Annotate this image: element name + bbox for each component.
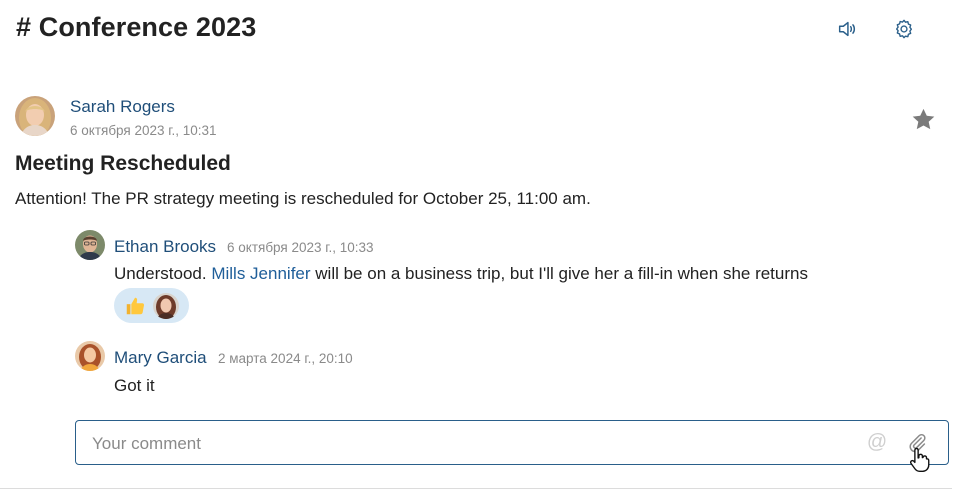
- post-author-name[interactable]: Sarah Rogers: [70, 97, 175, 117]
- favorite-button[interactable]: [910, 106, 937, 133]
- comment-author-avatar[interactable]: [75, 230, 105, 260]
- divider: [0, 488, 952, 489]
- paperclip-icon[interactable]: [906, 432, 928, 454]
- post-title: Meeting Rescheduled: [15, 152, 231, 175]
- comment-timestamp: 6 октября 2023 г., 10:33: [227, 240, 374, 255]
- user-mention-link[interactable]: Mills Jennifer: [211, 264, 310, 283]
- post-timestamp: 6 октября 2023 г., 10:31: [70, 123, 217, 138]
- comment-author-avatar[interactable]: [75, 341, 105, 371]
- comment-text-part: will be on a business trip, but I'll giv…: [310, 264, 808, 283]
- reaction-badge[interactable]: [114, 288, 189, 323]
- reactor-avatar: [153, 293, 179, 319]
- page-title: # Conference 2023: [16, 12, 257, 42]
- comment-author-name[interactable]: Ethan Brooks: [114, 237, 216, 257]
- comment-author-name[interactable]: Mary Garcia: [114, 348, 207, 368]
- comment-text: Got it: [114, 376, 155, 395]
- author-avatar[interactable]: [15, 96, 55, 136]
- settings-button[interactable]: [893, 18, 915, 40]
- star-icon: [912, 108, 935, 130]
- gear-icon: [895, 19, 913, 39]
- comment-text-part: Understood.: [114, 264, 212, 283]
- post-body: Attention! The PR strategy meeting is re…: [15, 189, 591, 208]
- comment-timestamp: 2 марта 2024 г., 20:10: [218, 351, 353, 366]
- comment-input[interactable]: [90, 421, 854, 466]
- speaker-icon: [838, 21, 856, 37]
- thumbs-up-icon: [124, 295, 146, 317]
- sound-button[interactable]: [836, 18, 858, 40]
- comment-text: Understood. Mills Jennifer will be on a …: [114, 264, 808, 284]
- at-sign-icon[interactable]: @: [866, 431, 888, 453]
- comment-box: @: [75, 420, 949, 466]
